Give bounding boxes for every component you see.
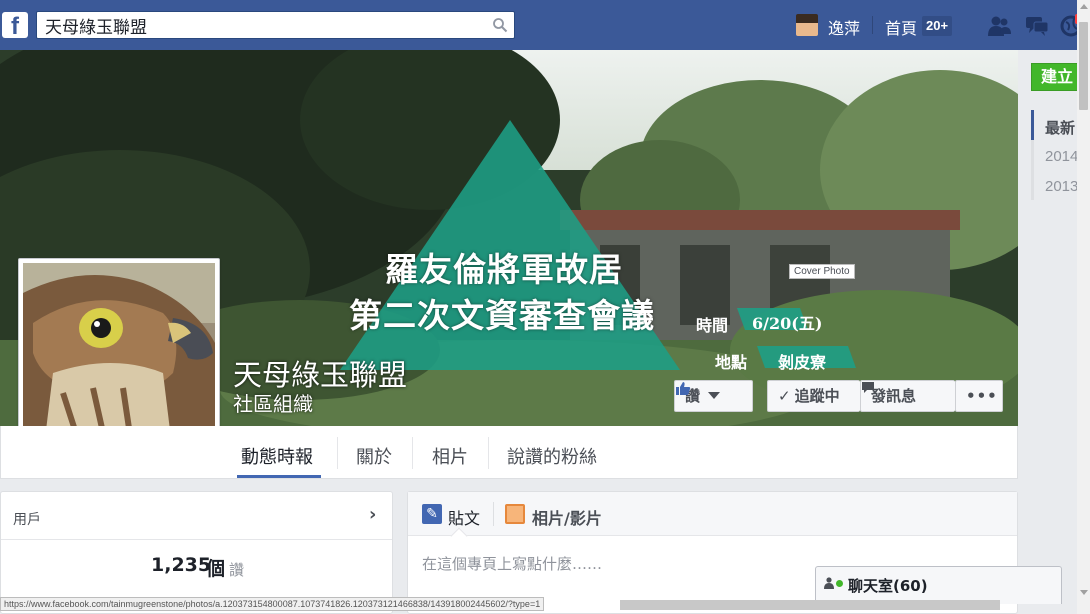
composer-tabs: ✎ 貼文 相片/影片: [408, 492, 1017, 536]
avatar[interactable]: [796, 14, 818, 36]
likes-suffix: 讚: [229, 561, 245, 579]
divider: [488, 437, 489, 469]
status-bar-url: https://www.facebook.com/tainmugreenston…: [0, 597, 545, 611]
message-bubble-icon: [862, 382, 874, 393]
notification-count-badge: 20+: [922, 16, 953, 36]
message-label: 發訊息: [871, 387, 917, 405]
thumbs-up-icon: [676, 382, 691, 395]
card-title[interactable]: 用戶: [13, 509, 41, 529]
divider: [412, 437, 413, 469]
event-place: 剝皮寮: [778, 353, 827, 372]
tab-timeline[interactable]: 動態時報: [241, 443, 313, 469]
more-dots-icon: •••: [966, 387, 998, 405]
messages-icon[interactable]: [1024, 14, 1050, 38]
photo-icon[interactable]: [505, 504, 525, 524]
person-icon: [824, 577, 834, 589]
like-button[interactable]: 讚: [674, 380, 753, 412]
users-card: 用戶 › 1,235 個 讚: [0, 491, 393, 614]
scroll-down-arrow-icon[interactable]: [1080, 590, 1088, 595]
following-label: 追蹤中: [794, 387, 840, 405]
event-date: 6/20(五): [752, 314, 823, 333]
event-title-line: 第二次文資審查會議: [349, 296, 655, 335]
active-year-indicator: [1031, 110, 1034, 140]
divider: [493, 502, 494, 526]
composer-input[interactable]: 在這個專頁上寫點什麼……: [422, 553, 602, 574]
facebook-logo-icon[interactable]: f: [2, 12, 28, 38]
event-place-label: 地點: [715, 353, 748, 372]
online-status-dot: [836, 580, 843, 587]
chevron-down-icon: [708, 392, 721, 399]
search-icon[interactable]: [492, 17, 508, 33]
top-bar: f 逸萍 首頁 20+: [0, 0, 1090, 50]
year-item-2013[interactable]: 2013: [1045, 178, 1078, 195]
chat-label: 聊天室(60): [848, 577, 928, 595]
tab-photos[interactable]: 相片: [432, 443, 468, 469]
year-item-latest[interactable]: 最新: [1045, 117, 1075, 138]
scroll-up-arrow-icon[interactable]: [1080, 4, 1088, 9]
likes-unit: 個: [206, 558, 226, 580]
following-button[interactable]: ✓ 追蹤中: [767, 380, 860, 412]
more-options-button[interactable]: •••: [955, 380, 1003, 412]
likes-count: 1,235: [151, 554, 212, 576]
divider: [337, 437, 338, 469]
page-category[interactable]: 社區組織: [233, 388, 313, 417]
search-box[interactable]: [36, 11, 515, 39]
composer-tab-post[interactable]: 貼文: [448, 505, 480, 529]
tab-likes[interactable]: 說讚的粉絲: [507, 443, 597, 469]
divider: [872, 16, 873, 34]
search-input[interactable]: [45, 15, 475, 35]
pencil-icon[interactable]: ✎: [422, 504, 442, 524]
profile-name-link[interactable]: 逸萍: [828, 15, 860, 39]
composer-tab-photo-video[interactable]: 相片/影片: [532, 505, 602, 529]
tab-about[interactable]: 關於: [356, 443, 392, 469]
checkmark-icon: ✓: [778, 387, 791, 405]
chat-bar[interactable]: 聊天室(60): [815, 566, 1062, 604]
friend-requests-icon[interactable]: [986, 14, 1012, 38]
scrollbar-thumb[interactable]: [1079, 22, 1088, 110]
cover-photo-tooltip: Cover Photo: [789, 264, 855, 279]
chevron-right-icon[interactable]: ›: [369, 504, 376, 525]
timeline-nav: 動態時報 關於 相片 說讚的粉絲: [0, 426, 1018, 479]
horizontal-scrollbar[interactable]: [620, 600, 1000, 610]
active-tab-indicator: [237, 475, 321, 478]
create-button[interactable]: 建立: [1031, 63, 1080, 91]
year-item-2014[interactable]: 2014: [1045, 148, 1078, 165]
event-title-line: 羅友倫將軍故居: [385, 250, 623, 289]
divider: [1, 539, 392, 540]
vertical-scrollbar[interactable]: [1077, 0, 1090, 614]
message-button[interactable]: 發訊息: [860, 380, 955, 412]
year-navigation: 最新 2014 2013: [1031, 110, 1080, 200]
home-link[interactable]: 首頁: [885, 15, 917, 39]
event-time-label: 時間: [696, 316, 729, 335]
